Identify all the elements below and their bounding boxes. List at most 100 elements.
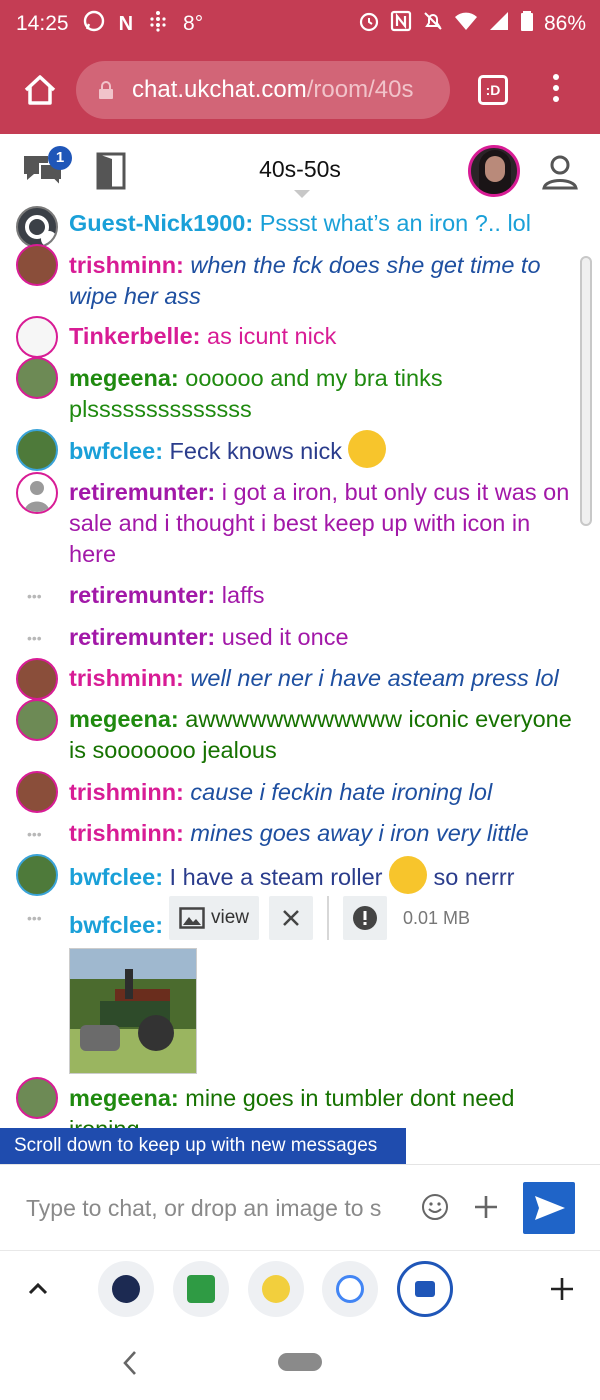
send-button[interactable]: [523, 1182, 575, 1234]
username[interactable]: retiremunter:: [69, 624, 215, 650]
chat-input[interactable]: [10, 1177, 410, 1239]
avatar[interactable]: [16, 699, 58, 741]
message-text: I have a steam roller: [163, 864, 389, 891]
avatar[interactable]: [16, 206, 58, 248]
message-body: megeena: oooooo and my bra tinks plsssss…: [69, 363, 580, 425]
back-icon[interactable]: [120, 1350, 140, 1376]
status-bar-right: 86%: [358, 10, 586, 38]
browser-toolbar: chat.ukchat.com/room/40s :D: [0, 48, 600, 134]
username[interactable]: trishminn:: [69, 252, 184, 278]
username[interactable]: retiremunter:: [69, 582, 215, 608]
tab-switcher-button[interactable]: :D: [478, 75, 508, 105]
username[interactable]: bwfclee:: [69, 912, 163, 938]
avatar[interactable]: [16, 472, 58, 514]
scroll-down-banner[interactable]: Scroll down to keep up with new messages: [0, 1128, 406, 1164]
exit-room-icon[interactable]: [96, 152, 126, 190]
username[interactable]: trishminn:: [69, 820, 184, 846]
message-body: trishminn: well ner ner i have asteam pr…: [69, 663, 580, 694]
username[interactable]: Guest-Nick1900:: [69, 210, 253, 236]
alarm-icon: [358, 10, 380, 38]
add-bubble-icon[interactable]: [548, 1275, 576, 1303]
chat-bubble-active[interactable]: [397, 1261, 453, 1317]
message-body: bwfclee: Feck knows nick: [69, 430, 580, 472]
users-list-icon[interactable]: [540, 152, 580, 192]
fitbit-icon: [147, 10, 169, 38]
attach-plus-icon[interactable]: [472, 1193, 500, 1221]
avatar[interactable]: [16, 429, 58, 471]
url-field[interactable]: chat.ukchat.com/room/40s: [76, 61, 450, 119]
message-body: megeena: awwwwwwwwwwww iconic everyone i…: [69, 704, 580, 766]
default-user-icon: [24, 481, 50, 512]
status-bar: 14:25 N 8° 86%: [0, 0, 600, 48]
battery-icon: [520, 10, 534, 38]
chat-header: 1 40s-50s: [0, 134, 600, 206]
report-button[interactable]: [343, 896, 388, 940]
app-bubble-2[interactable]: [173, 1261, 229, 1317]
sweat-smile-emoji-icon: [389, 856, 427, 894]
username[interactable]: trishminn:: [69, 779, 184, 805]
file-attachment-bar: view 0.01 MB: [169, 896, 470, 940]
continuation-dots: •••: [27, 826, 42, 842]
username[interactable]: trishminn:: [69, 665, 184, 691]
message-body: retiremunter: i got a iron, but only cus…: [69, 477, 580, 570]
message-body: Guest-Nick1900: Pssst what’s an iron ?..…: [69, 208, 580, 239]
menu-icon[interactable]: [548, 74, 564, 108]
avatar[interactable]: [16, 244, 58, 286]
avatar[interactable]: [16, 658, 58, 700]
avatar[interactable]: [16, 357, 58, 399]
emoji-picker-icon[interactable]: [421, 1193, 449, 1221]
divider: [327, 896, 330, 940]
google-bubble[interactable]: [322, 1261, 378, 1317]
n-icon: N: [118, 13, 134, 35]
laughing-emoji-icon: [348, 430, 387, 468]
home-pill[interactable]: [278, 1353, 322, 1371]
message-body: retiremunter: laffs: [69, 580, 580, 611]
remove-attachment-button[interactable]: [269, 896, 314, 940]
url-text: chat.ukchat.com/room/40s: [132, 76, 442, 104]
app-bubble-3[interactable]: [248, 1261, 304, 1317]
continuation-dots: •••: [27, 910, 42, 926]
battery-percent: 86%: [543, 12, 586, 35]
message-text: laffs: [215, 582, 265, 608]
temperature: 8°: [183, 12, 204, 35]
message-text-after: so nerrr: [427, 864, 515, 891]
username[interactable]: bwfclee:: [69, 864, 163, 890]
chevron-up-icon[interactable]: [26, 1277, 50, 1301]
image-icon: [179, 907, 205, 929]
composer: [0, 1164, 600, 1250]
username[interactable]: Tinkerbelle:: [69, 323, 200, 349]
steam-roller-image[interactable]: [69, 948, 197, 1074]
message-text: Pssst what’s an iron ?.. lol: [253, 210, 531, 236]
message-body: trishminn: mines goes away i iron very l…: [69, 818, 580, 849]
my-avatar[interactable]: [468, 145, 520, 197]
avatar[interactable]: [16, 854, 58, 896]
username[interactable]: megeena:: [69, 365, 179, 391]
message-body: trishminn: cause i feckin hate ironing l…: [69, 777, 580, 808]
username[interactable]: retiremunter:: [69, 479, 215, 505]
close-icon: [283, 910, 299, 926]
status-bar-left: 14:25 N 8°: [16, 10, 203, 38]
room-dropdown-caret[interactable]: [294, 190, 310, 198]
avatar[interactable]: [16, 316, 58, 358]
message-body: bwfclee: I have a steam roller so nerrr: [69, 856, 580, 898]
view-label: view: [211, 907, 250, 928]
avatar[interactable]: [16, 771, 58, 813]
file-size: 0.01 MB: [403, 907, 471, 928]
continuation-dots: •••: [27, 588, 42, 604]
send-icon: [535, 1196, 565, 1220]
home-button[interactable]: [20, 70, 60, 110]
app-bubble-1[interactable]: [98, 1261, 154, 1317]
room-title[interactable]: 40s-50s: [200, 156, 400, 183]
message-body: Tinkerbelle: as icunt nick: [69, 321, 580, 352]
username[interactable]: bwfclee:: [69, 438, 163, 464]
message-body: retiremunter: used it once: [69, 622, 580, 653]
message-body: trishminn: when the fck does she get tim…: [69, 250, 580, 312]
message-list[interactable]: Guest-Nick1900: Pssst what’s an iron ?..…: [0, 206, 600, 1164]
message-text: used it once: [215, 624, 349, 650]
username[interactable]: megeena:: [69, 706, 179, 732]
chat-heads-bar: [0, 1250, 600, 1326]
view-image-button[interactable]: view: [169, 896, 260, 940]
avatar[interactable]: [16, 1077, 58, 1119]
username[interactable]: megeena:: [69, 1085, 179, 1111]
message-scrollbar[interactable]: [580, 256, 592, 526]
